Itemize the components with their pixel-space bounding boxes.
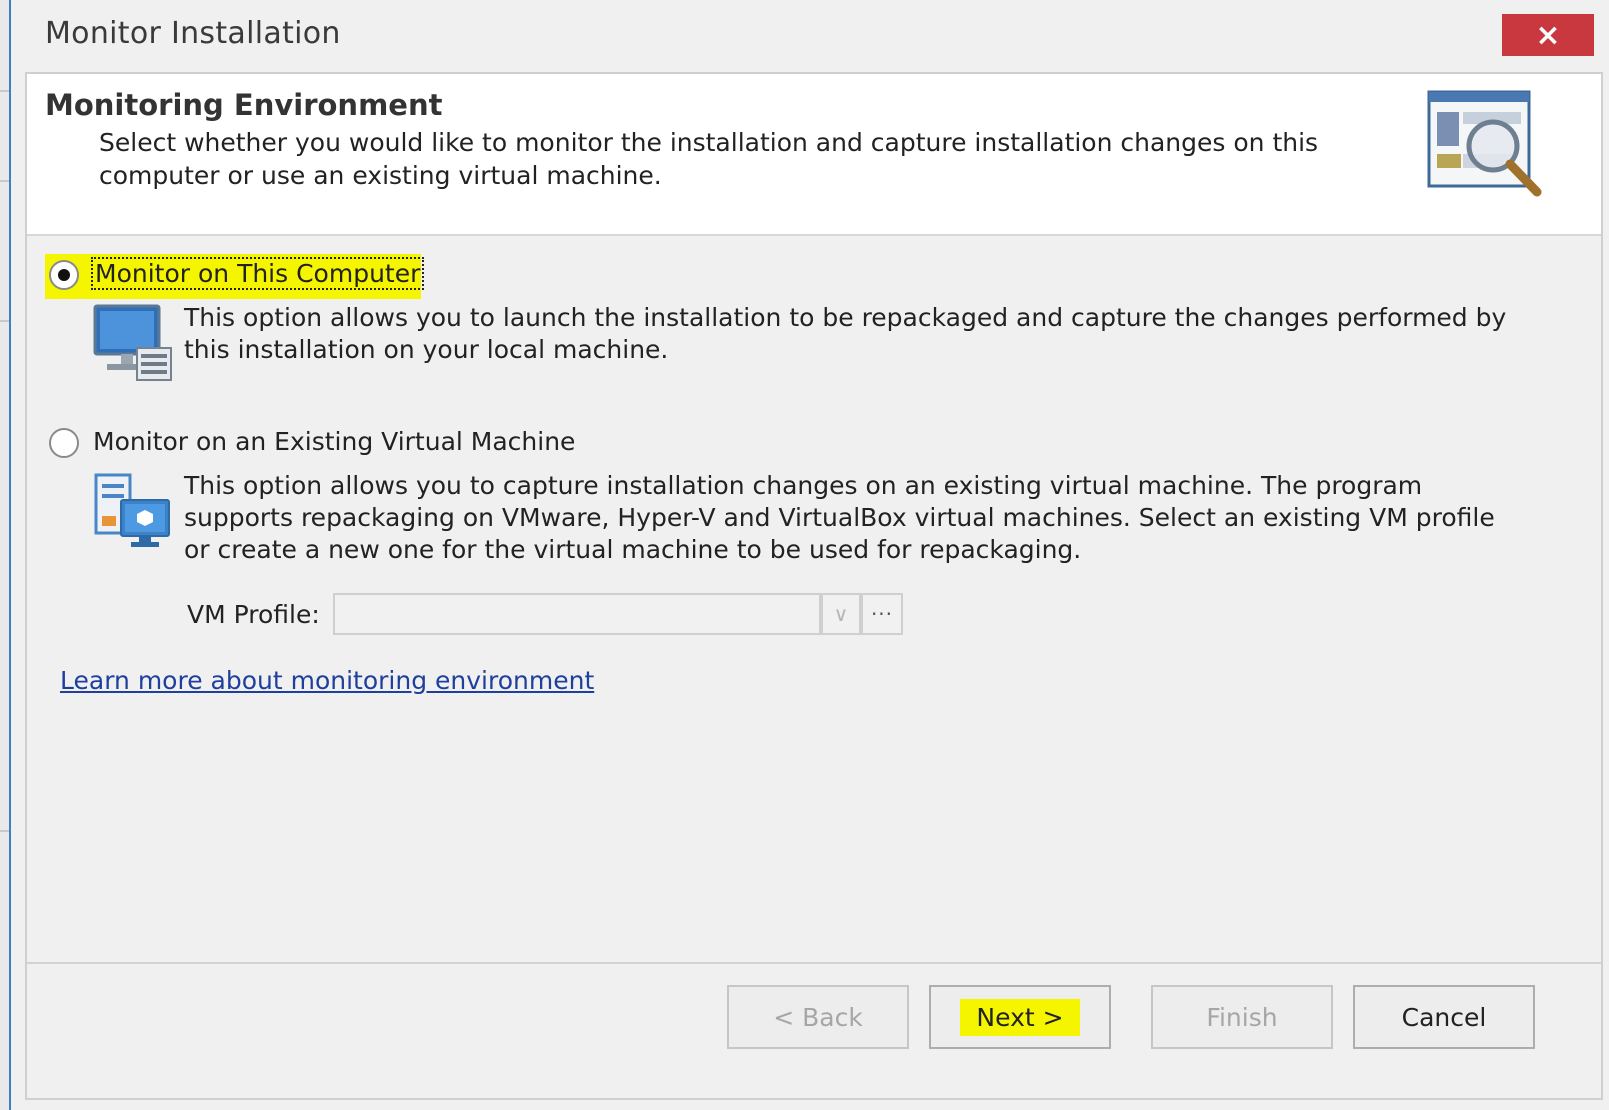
magnifier-window-icon (1427, 90, 1542, 197)
radio-selected-dot (58, 269, 70, 281)
finish-button[interactable]: Finish (1151, 985, 1333, 1049)
next-button[interactable]: Next > (929, 985, 1111, 1049)
monitor-installation-dialog: Monitor Installation × Monitoring Enviro… (11, 0, 1609, 1110)
next-button-label: Next > (960, 998, 1080, 1036)
option-label-virtual-machine[interactable]: Monitor on an Existing Virtual Machine (93, 427, 575, 456)
page-description: Select whether you would like to monitor… (99, 128, 1319, 190)
option-label-this-computer[interactable]: Monitor on This Computer (91, 257, 425, 290)
close-button[interactable]: × (1502, 14, 1594, 56)
vm-profile-combobox[interactable] (333, 593, 821, 635)
back-button[interactable]: < Back (727, 985, 909, 1049)
learn-more-link[interactable]: Learn more about monitoring environment (60, 666, 594, 695)
title-bar: Monitor Installation × (11, 0, 1609, 70)
radio-monitor-this-computer[interactable] (49, 260, 79, 290)
dialog-body: Monitoring Environment Select whether yo… (25, 72, 1603, 1100)
background-window-edge (0, 0, 11, 1110)
chevron-down-icon: ∨ (833, 602, 849, 626)
footer-separator (27, 962, 1601, 964)
close-icon: × (1535, 17, 1561, 53)
virtual-machine-icon (94, 473, 170, 547)
page-title: Monitoring Environment (45, 88, 443, 122)
header-panel: Monitoring Environment Select whether yo… (27, 74, 1601, 236)
cancel-button[interactable]: Cancel (1353, 985, 1535, 1049)
vm-profile-dropdown-button[interactable]: ∨ (821, 593, 861, 635)
vm-profile-label: VM Profile: (187, 600, 320, 629)
option-description-virtual-machine: This option allows you to capture instal… (184, 471, 1495, 564)
window-title: Monitor Installation (45, 16, 341, 51)
vm-profile-browse-button[interactable]: ··· (861, 593, 903, 635)
local-computer-icon (93, 304, 172, 381)
option-label-text: Monitor on This Computer (91, 257, 425, 290)
radio-monitor-virtual-machine[interactable] (49, 428, 79, 458)
ellipsis-icon: ··· (870, 602, 894, 626)
option-description-this-computer: This option allows you to launch the ins… (184, 303, 1507, 364)
